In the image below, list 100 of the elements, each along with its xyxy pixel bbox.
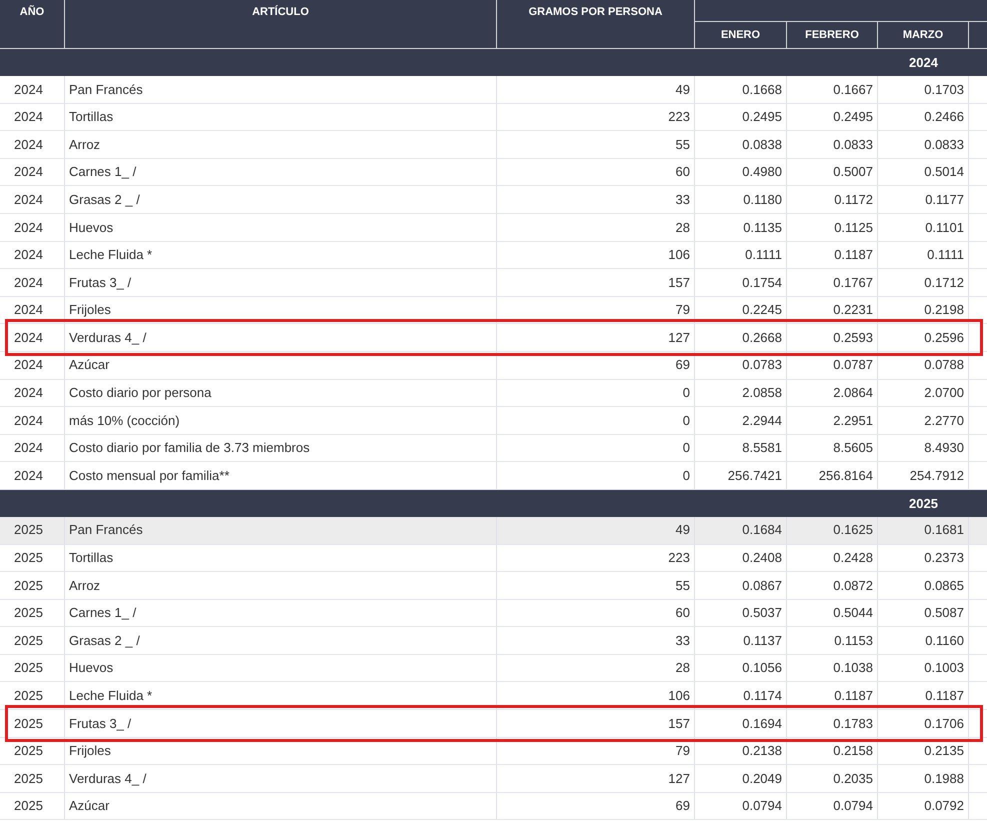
table-cell-text: 0.1684 (742, 521, 782, 540)
table-cell-text: 49 (676, 80, 690, 99)
table-cell-text: 0.2593 (833, 328, 873, 347)
table-cell-text: Azúcar (69, 356, 110, 374)
table-cell-text: 157 (668, 714, 690, 733)
table-cell-text: 0.1668 (742, 80, 782, 99)
table-cell-text: 106 (668, 687, 690, 706)
table-cell-text: 0.2596 (924, 328, 964, 347)
table-cell-text: 2.0864 (833, 384, 873, 402)
table-cell-text: 157 (668, 274, 690, 292)
table-cell-text: 256.8164 (818, 466, 873, 485)
table-cell-text: 2024 (14, 356, 43, 374)
table-cell-text: Grasas 2 _ / (69, 190, 140, 209)
table-cell-text: 2024 (14, 246, 43, 264)
table-cell-text: 127 (668, 770, 690, 788)
table-cell-text: 0.1180 (743, 190, 782, 209)
table-cell-text: 0 (682, 439, 690, 458)
table-cell-text: 0.1667 (833, 80, 873, 99)
column-header: FEBRERO (805, 28, 859, 43)
table-cell-text: Tortillas (69, 549, 114, 568)
table-cell-text: 0 (682, 412, 690, 430)
group-year: 2025 (909, 494, 938, 513)
table-cell-text: 79 (676, 301, 690, 320)
table-cell-text: 0.2035 (833, 770, 873, 788)
table-cell-text: 0.2495 (742, 108, 782, 126)
table-cell-text: 2025 (14, 797, 43, 816)
table-cell-text: Leche Fluida * (69, 687, 152, 706)
table-cell-text: Costo mensual por familia** (69, 466, 230, 485)
table-cell-text: 2.2770 (924, 412, 964, 430)
table-cell-text: 0.2466 (924, 108, 964, 126)
table-cell-text: 0.0787 (833, 356, 873, 374)
group-year: 2024 (909, 54, 938, 72)
table-cell-text: 33 (676, 632, 690, 650)
table-cell-text: 0.0865 (924, 576, 964, 595)
table-cell-text: 2024 (14, 218, 43, 237)
table-cell-text: 0.1101 (925, 218, 964, 237)
table-cell-text: más 10% (cocción) (69, 412, 180, 430)
table-cell-text: 0.5037 (742, 604, 782, 622)
table-cell-text: 0.2428 (833, 549, 873, 568)
table-cell-text: Arroz (69, 576, 100, 595)
table-cell-text: 0.0867 (742, 576, 782, 595)
table-cell-text: 0.1111 (745, 246, 782, 264)
table-cell-text: 127 (668, 328, 690, 347)
table-cell-text: Costo diario por persona (69, 384, 212, 402)
table-cell-text: Huevos (69, 659, 114, 678)
table-cell-text: 2024 (14, 466, 43, 485)
table-cell-text: 2024 (14, 136, 43, 154)
table-cell-text: 256.7421 (728, 466, 782, 485)
table-cell-text: 2024 (14, 274, 43, 292)
table-cell-text: 0.1160 (925, 632, 964, 650)
table-cell-text: 28 (676, 659, 690, 678)
table-cell-text: 0.1783 (833, 714, 873, 733)
column-header: GRAMOS POR PERSONA (528, 5, 662, 20)
table-cell-text: 55 (676, 136, 690, 154)
table-cell-text: Pan Francés (69, 521, 143, 540)
table-cell-text: 2025 (14, 632, 43, 650)
table-cell-text: 60 (676, 604, 690, 622)
table-cell-text: 2025 (14, 687, 43, 706)
table-cell-text: 2.2944 (742, 412, 782, 430)
table-cell-text: 60 (676, 163, 690, 182)
table-cell-text: 8.4930 (924, 439, 964, 458)
table-cell-text: 2024 (14, 301, 43, 320)
table-cell-text: 2024 (14, 80, 43, 99)
table-cell-text: 0 (682, 384, 690, 402)
table-cell-text: 0.0783 (742, 356, 782, 374)
table-cell-text: 0.1125 (834, 218, 873, 237)
table-cell-text: 0 (682, 466, 690, 485)
table-cell-text: 223 (668, 549, 690, 568)
table-cell-text: 0.2231 (833, 301, 873, 320)
table-cell-text: 106 (668, 246, 690, 264)
table-cell-text: 0.1111 (927, 246, 964, 264)
table-cell-text: Costo diario por familia de 3.73 miembros (69, 439, 310, 458)
table-cell-text: 0.2495 (833, 108, 873, 126)
table-cell-text: Azúcar (69, 797, 110, 816)
table-cell-text: Frutas 3_ / (69, 714, 132, 733)
table-cell-text: 0.0833 (924, 136, 964, 154)
column-header: ENERO (720, 28, 760, 43)
table-cell-text: 0.1177 (925, 190, 964, 209)
table-cell-text: Frijoles (69, 301, 111, 320)
table-cell-text: 79 (676, 742, 690, 760)
table-cell-text: 33 (676, 190, 690, 209)
table-cell-text: 2025 (14, 770, 43, 788)
table-cell-text: 0.0794 (833, 797, 873, 816)
table-cell-text: 0.1003 (924, 659, 964, 678)
table-cell-text: 0.0838 (742, 136, 782, 154)
table-cell-text: 2024 (14, 190, 43, 209)
table-cell-text: 2024 (14, 412, 43, 430)
table-cell-text: 2025 (14, 521, 43, 540)
table-cell-text: Verduras 4_ / (69, 328, 146, 347)
table-cell-text: Carnes 1_ / (69, 163, 136, 182)
table-cell-text: 0.2049 (742, 770, 782, 788)
column-header: ARTÍCULO (252, 4, 309, 20)
table-cell-text: 0.1038 (833, 659, 873, 678)
table-cell-text: 0.2198 (924, 301, 964, 320)
table-cell-text: 0.5087 (924, 604, 964, 622)
table-cell-text: 2024 (14, 163, 43, 182)
table-cell-text: 69 (676, 797, 690, 816)
table-cell-text: Carnes 1_ / (69, 604, 136, 622)
table-cell-text: 2025 (14, 659, 43, 678)
table-cell-text: 2.2951 (833, 412, 873, 430)
